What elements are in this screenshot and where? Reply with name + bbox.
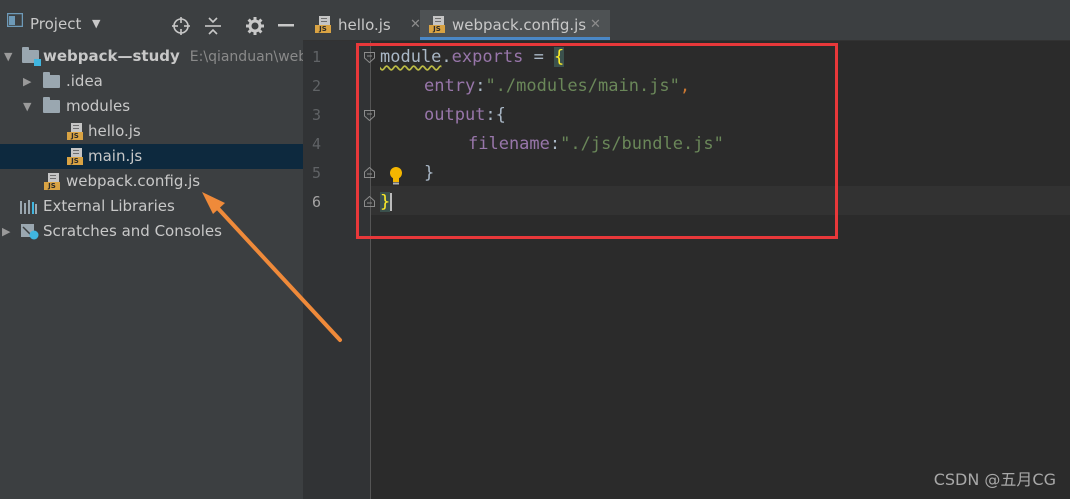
tree-item-scratches[interactable]: ▶ Scratches and Consoles: [0, 219, 303, 244]
line-number: 6: [311, 193, 321, 211]
watermark-text: CSDN @五月CG: [933, 470, 1056, 489]
project-window-icon: [7, 13, 23, 27]
collapse-all-icon[interactable]: [205, 17, 221, 35]
line-number: 2: [311, 77, 321, 95]
js-file-icon: JS: [315, 16, 331, 33]
module-folder-icon: [22, 47, 41, 66]
tree-item-label: External Libraries: [43, 197, 175, 215]
code-token: output: [424, 105, 486, 125]
lightbulb-icon[interactable]: [389, 166, 403, 185]
tree-item-label: .idea: [66, 72, 103, 90]
chevron-right-icon[interactable]: ▶: [23, 69, 31, 94]
minimize-icon[interactable]: [278, 24, 294, 28]
code-line-4: filename:"./js/bundle.js": [468, 134, 724, 154]
text-cursor: [390, 193, 393, 211]
code-token: module: [380, 47, 442, 67]
line-number: 5: [311, 164, 321, 182]
tree-item-hello-js[interactable]: JS hello.js: [0, 119, 303, 144]
chevron-down-icon[interactable]: ▼: [23, 94, 31, 119]
editor-tab-bar: JS hello.js ✕ JS webpack.config.js ✕: [303, 0, 1070, 41]
tab-label: webpack.config.js: [452, 16, 587, 34]
tab-label: hello.js: [338, 16, 391, 34]
code-line-1: module.exports = {: [380, 47, 565, 67]
folder-icon: [43, 97, 60, 113]
line-number: 1: [311, 48, 321, 66]
chevron-down-icon[interactable]: ▼: [92, 17, 100, 30]
code-token: =: [523, 47, 555, 67]
matched-brace: {: [554, 47, 565, 67]
code-token: }: [424, 163, 435, 183]
code-line-6: }: [380, 192, 393, 212]
matched-brace: }: [380, 192, 391, 212]
js-file-icon: JS: [44, 173, 60, 190]
sidebar-header: Project ▼: [0, 0, 303, 40]
js-file-icon: JS: [67, 148, 83, 165]
js-file-icon: JS: [67, 123, 83, 140]
code-token: :: [549, 134, 561, 154]
gear-icon[interactable]: [246, 17, 264, 35]
line-number: 4: [311, 135, 321, 153]
code-line-2: entry:"./modules/main.js",: [424, 76, 690, 96]
code-token: exports: [451, 47, 524, 67]
project-path: E:\qianduan\webpack—study: [189, 49, 303, 65]
current-line-highlight: [371, 186, 1070, 215]
code-line-5: }: [424, 163, 434, 183]
js-file-icon: JS: [429, 16, 445, 33]
tree-item-main-js[interactable]: JS main.js: [0, 144, 303, 169]
libraries-icon: [20, 200, 37, 214]
fold-collapse-icon[interactable]: [364, 110, 375, 121]
code-token: :: [475, 76, 486, 96]
fold-end-icon[interactable]: [364, 196, 375, 207]
tab-webpack-config-js[interactable]: JS webpack.config.js ✕: [420, 10, 610, 40]
code-line-3: output:{: [424, 105, 506, 125]
tree-item-label: modules: [66, 97, 131, 115]
tree-item-idea[interactable]: ▶ .idea: [0, 69, 303, 94]
code-token: "./modules/main.js": [485, 76, 680, 96]
fold-collapse-icon[interactable]: [364, 52, 375, 63]
code-token: entry: [424, 76, 476, 96]
line-number: 3: [311, 106, 321, 124]
code-token: ,: [679, 76, 691, 96]
chevron-down-icon[interactable]: ▼: [4, 44, 12, 69]
scratches-icon: [21, 224, 39, 240]
chevron-right-icon[interactable]: ▶: [2, 219, 10, 244]
tree-item-label: webpack—studyE:\qianduan\webpack—study: [43, 44, 303, 69]
tree-item-external-libraries[interactable]: External Libraries: [0, 194, 303, 219]
close-icon[interactable]: ✕: [590, 10, 601, 40]
project-sidebar: Project ▼ ▼ webpack—study E:\qianduan\we…: [0, 0, 303, 499]
project-view-label[interactable]: Project: [30, 15, 81, 33]
tree-item-label: webpack.config.js: [66, 172, 201, 190]
tree-item-project-root[interactable]: ▼ webpack—studyE:\qianduan\webpack—study: [0, 44, 303, 69]
tree-item-modules[interactable]: ▼ modules: [0, 94, 303, 119]
folder-icon: [43, 72, 60, 88]
code-token: {: [495, 105, 506, 125]
code-token: filename: [468, 134, 550, 154]
tree-item-label: Scratches and Consoles: [43, 222, 222, 240]
tab-hello-js[interactable]: JS hello.js ✕: [315, 10, 423, 40]
code-token: .: [441, 47, 452, 67]
tree-item-webpack-config-js[interactable]: JS webpack.config.js: [0, 169, 303, 194]
tree-item-label: hello.js: [88, 122, 141, 140]
tree-item-label: main.js: [88, 147, 143, 165]
locate-target-icon[interactable]: [172, 17, 190, 35]
code-token: "./js/bundle.js": [560, 134, 724, 154]
code-token: :: [485, 105, 496, 125]
fold-end-icon[interactable]: [364, 167, 375, 178]
